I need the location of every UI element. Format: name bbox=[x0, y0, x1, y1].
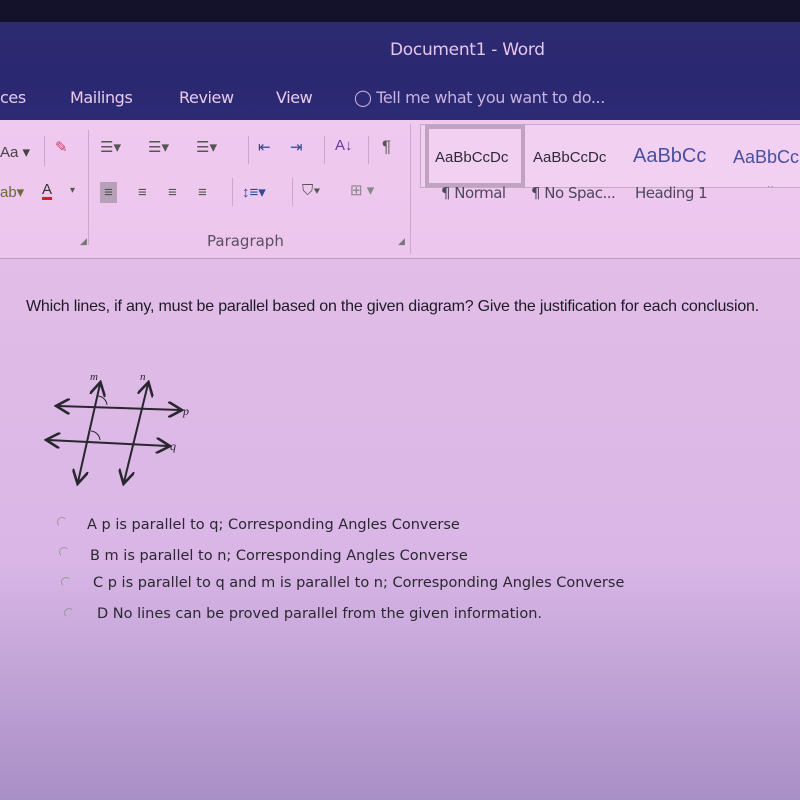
question-text: Which lines, if any, must be parallel ba… bbox=[26, 298, 759, 315]
style-name: Heading bbox=[733, 184, 792, 187]
increase-indent-icon[interactable]: ⇥ bbox=[290, 140, 303, 155]
tell-me-box[interactable]: ◯ Tell me what you want to do... bbox=[354, 88, 605, 107]
separator bbox=[44, 136, 45, 166]
clear-formatting-icon[interactable]: ✎ bbox=[55, 140, 68, 155]
line-q bbox=[48, 440, 168, 446]
style-name: Heading 1 bbox=[635, 184, 708, 202]
align-right-icon[interactable]: ≡ bbox=[168, 185, 177, 200]
radio-button[interactable] bbox=[57, 517, 67, 527]
style-heading-2[interactable]: AaBbCc Heading bbox=[731, 125, 800, 187]
align-left-icon[interactable]: ≡ bbox=[100, 182, 117, 203]
style-normal[interactable]: AaBbCcDc ¶ Normal bbox=[425, 125, 525, 202]
separator bbox=[410, 124, 411, 254]
line-spacing-icon[interactable]: ↕≡▾ bbox=[242, 185, 266, 200]
style-heading-1[interactable]: AaBbCc Heading 1 bbox=[631, 125, 727, 202]
separator bbox=[248, 136, 249, 164]
separator bbox=[368, 136, 369, 164]
tab-references[interactable]: ces bbox=[0, 88, 26, 107]
paragraph-dialog-launcher[interactable]: ◢ bbox=[398, 236, 405, 247]
label-m: m bbox=[90, 371, 98, 383]
tell-me-placeholder: Tell me what you want to do... bbox=[376, 88, 605, 107]
radio-button[interactable] bbox=[59, 547, 69, 557]
show-formatting-icon[interactable]: ¶ bbox=[382, 138, 391, 155]
label-q: q bbox=[170, 439, 176, 453]
tab-review[interactable]: Review bbox=[179, 88, 234, 107]
label-n: n bbox=[140, 371, 146, 383]
line-n bbox=[124, 384, 148, 482]
style-name: ¶ No Spac... bbox=[531, 184, 616, 202]
screen-bezel bbox=[0, 0, 800, 22]
center-icon[interactable]: ≡ bbox=[138, 185, 147, 200]
numbering-icon[interactable]: ☰▾ bbox=[148, 140, 169, 155]
radio-button[interactable] bbox=[61, 577, 71, 587]
tab-view[interactable]: View bbox=[276, 88, 313, 107]
separator bbox=[324, 136, 325, 164]
style-sample: AaBbCc bbox=[633, 145, 707, 167]
style-name: ¶ Normal bbox=[441, 184, 506, 202]
sort-icon[interactable]: A↓ bbox=[335, 138, 353, 153]
font-color-icon[interactable]: A bbox=[42, 182, 53, 200]
option-text: D No lines can be proved parallel from t… bbox=[97, 606, 542, 622]
style-no-spacing[interactable]: AaBbCcDc ¶ No Spac... bbox=[529, 125, 627, 202]
lightbulb-icon: ◯ bbox=[354, 88, 372, 107]
tab-mailings[interactable]: Mailings bbox=[70, 88, 133, 107]
window-title: Document1 - Word bbox=[390, 40, 545, 60]
separator bbox=[292, 178, 293, 206]
option-text: C p is parallel to q and m is parallel t… bbox=[93, 575, 625, 591]
font-color-dropdown[interactable]: ▾ bbox=[70, 186, 75, 196]
shading-icon[interactable]: ⛉▾ bbox=[302, 183, 321, 198]
angle-mark-bottom bbox=[90, 430, 101, 441]
line-p bbox=[58, 406, 180, 410]
separator bbox=[232, 178, 233, 206]
radio-button[interactable] bbox=[64, 608, 74, 618]
bullets-icon[interactable]: ☰▾ bbox=[100, 140, 121, 155]
highlight-icon[interactable]: ab▾ bbox=[0, 185, 24, 200]
option-text: A p is parallel to q; Corresponding Angl… bbox=[87, 517, 460, 533]
paragraph-group-label: Paragraph bbox=[207, 232, 284, 250]
change-case-button[interactable]: Aa ▾ bbox=[0, 145, 30, 160]
style-sample: AaBbCcDc bbox=[435, 149, 509, 166]
separator bbox=[88, 130, 89, 245]
style-sample: AaBbCc bbox=[733, 147, 800, 167]
option-text: B m is parallel to n; Corresponding Angl… bbox=[90, 548, 468, 564]
multilevel-list-icon[interactable]: ☰▾ bbox=[196, 140, 217, 155]
borders-icon[interactable]: ⊞ ▾ bbox=[350, 183, 374, 198]
angle-mark-top bbox=[97, 395, 108, 406]
label-p: p bbox=[182, 404, 189, 418]
font-dialog-launcher[interactable]: ◢ bbox=[80, 236, 87, 247]
justify-icon[interactable]: ≡ bbox=[198, 185, 207, 200]
decrease-indent-icon[interactable]: ⇤ bbox=[258, 140, 271, 155]
style-sample: AaBbCcDc bbox=[533, 149, 607, 166]
styles-gallery: AaBbCcDc ¶ Normal AaBbCcDc ¶ No Spac... … bbox=[420, 124, 800, 202]
parallel-lines-diagram: m n p q bbox=[30, 371, 189, 495]
